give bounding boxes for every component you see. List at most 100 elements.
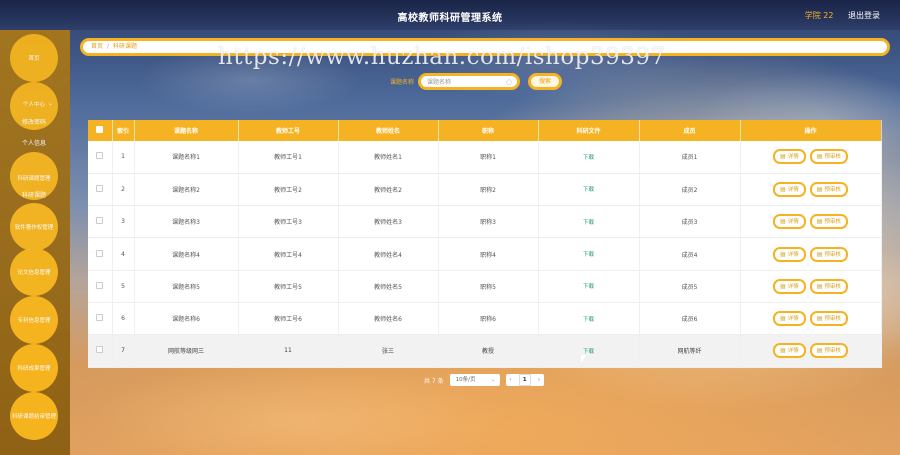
- search-button[interactable]: 搜索: [528, 72, 563, 90]
- pagination: 共 7 条 10条/页 ⌄ ‹ 1 ›: [424, 374, 544, 386]
- cell-index: 5: [112, 270, 135, 303]
- row-select-cell: [88, 302, 113, 336]
- column-header: 索引: [112, 120, 135, 141]
- select-all-header: [88, 120, 113, 141]
- row-checkbox[interactable]: [96, 249, 104, 257]
- sidebar-subitem-personal-info[interactable]: 个人信息: [10, 138, 58, 147]
- cell-topic-name: 课题名称5: [134, 270, 239, 303]
- table-row: 3 课题名称3 教师工号3 教师姓名3 职称3 下载 成员3 ▤ 详情 ▤ 预审核: [88, 205, 882, 239]
- row-checkbox[interactable]: [96, 217, 104, 225]
- cell-member: 成员5: [639, 270, 741, 303]
- sidebar-subitem-change-password[interactable]: 修改密码: [10, 117, 58, 126]
- download-link[interactable]: 下载: [583, 252, 594, 258]
- download-link[interactable]: 下载: [583, 284, 594, 290]
- cell-teacher-name: 张三: [338, 334, 439, 368]
- cell-member: 成员2: [639, 173, 741, 207]
- site-title: 高校教师科研管理系统: [397, 13, 503, 24]
- watermark-text: https://www.huzhan.com/ishop39397: [218, 44, 666, 70]
- breadcrumb-home[interactable]: 首页: [91, 43, 103, 50]
- review-button[interactable]: ▤ 预审核: [809, 278, 848, 294]
- cell-actions: ▤ 详情 ▤ 预审核: [740, 173, 882, 207]
- review-button[interactable]: ▤ 预审核: [809, 343, 848, 359]
- row-select-cell: [88, 237, 113, 271]
- sidebar-item-topic-review-mgmt[interactable]: 科研课题结审管理: [10, 392, 58, 440]
- detail-button[interactable]: ▤ 详情: [773, 311, 806, 327]
- document-icon: ▤: [816, 218, 823, 226]
- row-checkbox[interactable]: [96, 346, 104, 354]
- cell-teacher-name: 教师姓名3: [338, 205, 439, 239]
- review-button[interactable]: ▤ 预审核: [809, 214, 848, 230]
- cell-teacher-id: 教师工号3: [238, 205, 339, 239]
- download-link[interactable]: 下载: [583, 220, 594, 226]
- current-page[interactable]: 1: [518, 374, 531, 386]
- select-all-checkbox[interactable]: [96, 126, 104, 133]
- review-button[interactable]: ▤ 预审核: [809, 246, 848, 262]
- top-header: 高校教师科研管理系统 学院 22 退出登录: [0, 0, 900, 30]
- sidebar-item-software-copyright[interactable]: 软件著作权管理: [10, 203, 58, 251]
- document-icon: ▤: [780, 218, 786, 226]
- sidebar-item-paper-info[interactable]: 论文信息管理: [10, 248, 58, 296]
- review-button[interactable]: ▤ 预审核: [809, 311, 848, 327]
- row-checkbox[interactable]: [96, 184, 104, 192]
- breadcrumb-separator: /: [107, 43, 110, 50]
- detail-button[interactable]: ▤ 详情: [773, 149, 806, 165]
- cell-file: 下载: [538, 205, 640, 239]
- next-page-button[interactable]: ›: [538, 374, 540, 386]
- cell-teacher-id: 11: [238, 334, 339, 368]
- cell-topic-name: 课题名称6: [134, 302, 239, 336]
- logout-link[interactable]: 退出登录: [848, 11, 880, 20]
- column-header: 教师姓名: [338, 120, 439, 141]
- sidebar-item-home[interactable]: 首页: [10, 34, 58, 82]
- sidebar-item-research-results[interactable]: 科研成果管理: [10, 344, 58, 392]
- review-button[interactable]: ▤ 预审核: [809, 149, 848, 165]
- cell-teacher-name: 教师姓名5: [338, 270, 439, 303]
- current-user[interactable]: 学院 22: [805, 11, 834, 20]
- document-icon: ▤: [780, 315, 786, 323]
- download-link[interactable]: 下载: [583, 317, 594, 323]
- cell-file: 下载: [538, 237, 640, 271]
- cell-file: 下载: [538, 173, 640, 207]
- cell-file: 下载: [538, 302, 640, 336]
- detail-button[interactable]: ▤ 详情: [773, 343, 806, 359]
- cell-actions: ▤ 详情 ▤ 预审核: [740, 141, 882, 174]
- cell-topic-name: 课题名称4: [134, 237, 239, 271]
- detail-button[interactable]: ▤ 详情: [773, 214, 806, 230]
- detail-button[interactable]: ▤ 详情: [773, 246, 806, 262]
- download-link[interactable]: 下载: [583, 155, 594, 161]
- detail-button[interactable]: ▤ 详情: [773, 181, 806, 197]
- cell-teacher-name: 教师姓名2: [338, 173, 439, 207]
- row-checkbox[interactable]: [96, 152, 104, 160]
- detail-button[interactable]: ▤ 详情: [773, 278, 806, 294]
- table-row: 5 课题名称5 教师工号5 教师姓名5 职称5 下载 成员5 ▤ 详情 ▤ 预审核: [88, 270, 882, 303]
- cell-teacher-id: 教师工号2: [238, 173, 339, 207]
- download-link[interactable]: 下载: [583, 187, 594, 193]
- prev-page-button[interactable]: ‹: [509, 374, 511, 386]
- user-area: 学院 22 退出登录: [805, 10, 880, 21]
- row-select-cell: [88, 334, 113, 368]
- document-icon: ▤: [816, 153, 823, 161]
- search-bar: 课题名称 课题名称 ○ 搜索: [390, 72, 563, 90]
- cell-title: 职称1: [438, 141, 539, 174]
- search-icon: ○: [505, 77, 513, 86]
- cell-member: 成员3: [639, 205, 741, 239]
- search-label: 课题名称: [390, 78, 415, 86]
- document-icon: ▤: [780, 282, 786, 290]
- row-checkbox[interactable]: [96, 281, 104, 289]
- cell-teacher-id: 教师工号1: [238, 141, 339, 174]
- cell-title: 职称3: [438, 205, 539, 239]
- row-checkbox[interactable]: [96, 314, 104, 322]
- row-select-cell: [88, 141, 113, 174]
- sidebar-item-patent-info[interactable]: 专利信息管理: [10, 296, 58, 344]
- page-size-select[interactable]: 10条/页 ⌄: [449, 374, 500, 386]
- sidebar-subitem-research-topic[interactable]: 科研课题: [10, 190, 58, 199]
- search-input[interactable]: 课题名称 ○: [418, 72, 521, 90]
- column-header: 课题名称: [134, 120, 239, 141]
- cell-actions: ▤ 详情 ▤ 预审核: [740, 270, 882, 303]
- document-icon: ▤: [780, 153, 786, 161]
- cell-index: 1: [112, 141, 135, 174]
- review-button[interactable]: ▤ 预审核: [809, 181, 848, 197]
- chevron-down-icon: ⌄: [48, 100, 54, 107]
- cell-index: 2: [112, 173, 135, 207]
- cell-index: 3: [112, 205, 135, 239]
- chevron-down-icon: ⌄: [491, 377, 496, 383]
